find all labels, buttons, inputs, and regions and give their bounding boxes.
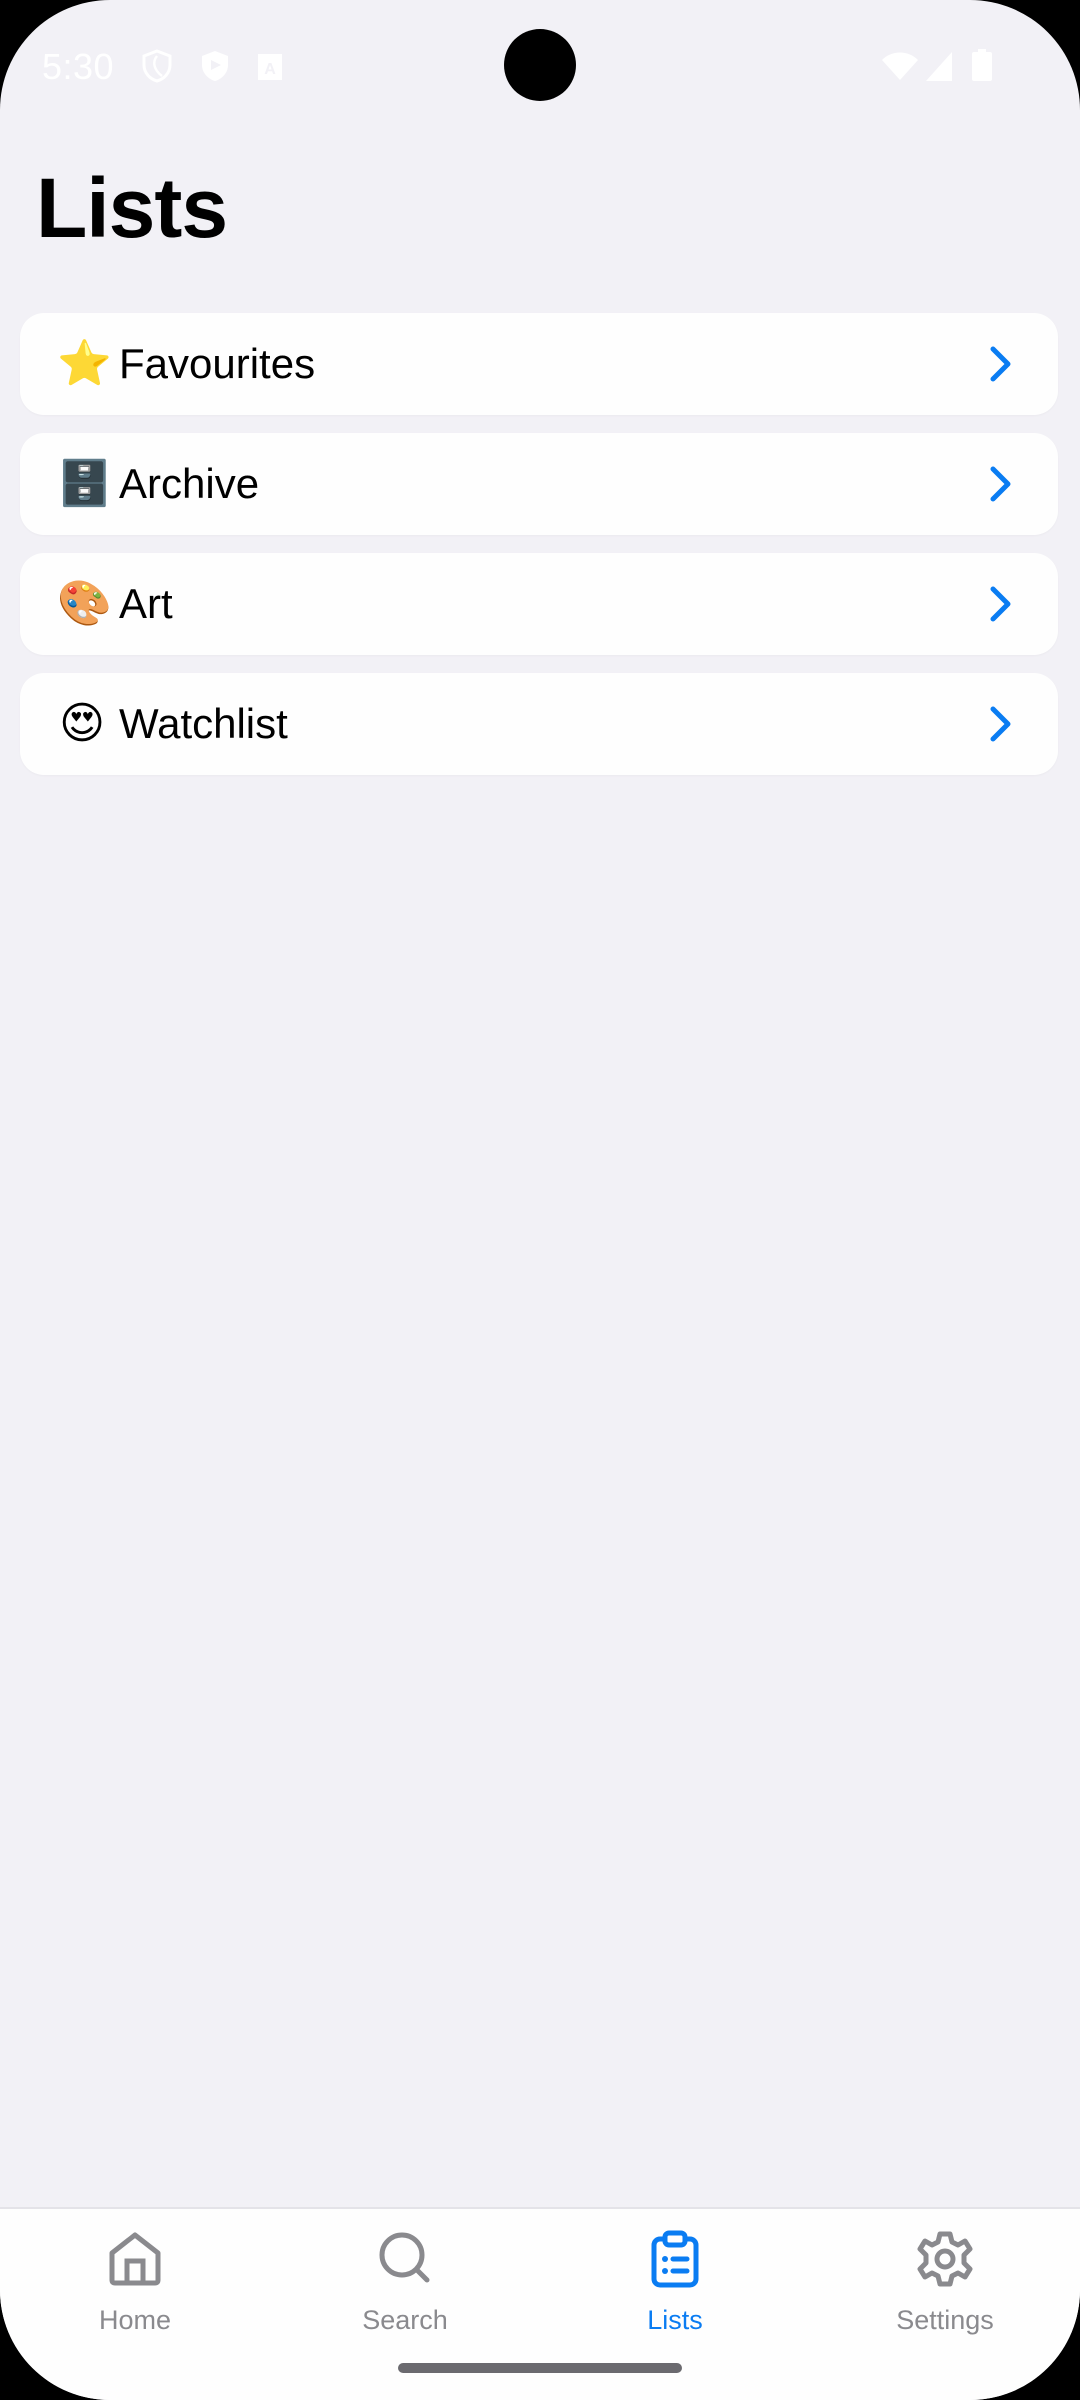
page-title: Lists xyxy=(36,161,228,255)
vpn-shield-icon xyxy=(142,49,172,83)
chevron-right-icon xyxy=(990,586,1011,622)
chevron-right-icon xyxy=(990,346,1011,382)
svg-text:A: A xyxy=(264,61,276,78)
play-protect-icon xyxy=(202,51,228,81)
gear-icon xyxy=(917,2231,973,2287)
tab-settings[interactable]: Settings xyxy=(810,2209,1080,2359)
heart-eyes-icon: 😍 xyxy=(59,699,105,748)
lists-list: ⭐ Favourites 🗄️ Archive 🎨 Art 😍 Watchlis… xyxy=(20,313,1058,793)
home-icon xyxy=(109,2232,161,2286)
file-cabinet-icon: 🗄️ xyxy=(57,459,112,508)
status-bar: 5:30 A xyxy=(0,0,1080,130)
tab-lists[interactable]: Lists xyxy=(540,2209,810,2359)
front-camera xyxy=(504,29,576,101)
battery-icon xyxy=(972,49,992,81)
list-item-label: Favourites xyxy=(119,340,316,387)
status-time: 5:30 xyxy=(42,46,115,87)
star-icon: ⭐ xyxy=(57,339,112,388)
list-item-watchlist[interactable]: 😍 Watchlist xyxy=(20,673,1058,775)
cellular-signal-icon xyxy=(926,52,952,81)
home-indicator[interactable] xyxy=(398,2363,682,2373)
font-a-icon: A xyxy=(258,54,282,80)
list-item-art[interactable]: 🎨 Art xyxy=(20,553,1058,655)
tab-label: Home xyxy=(98,2305,172,2335)
list-item-label: Art xyxy=(119,580,173,627)
wifi-icon xyxy=(882,52,918,80)
chevron-right-icon xyxy=(990,706,1011,742)
tab-label: Lists xyxy=(647,2305,703,2335)
list-item-archive[interactable]: 🗄️ Archive xyxy=(20,433,1058,535)
screen: 5:30 A Lists ⭐ Favourites 🗄️ Archive 🎨 A… xyxy=(0,0,1080,2400)
tab-label: Settings xyxy=(896,2305,994,2335)
list-item-label: Archive xyxy=(119,460,260,507)
tab-search[interactable]: Search xyxy=(270,2209,540,2359)
clipboard-list-icon xyxy=(651,2230,699,2288)
tab-label: Search xyxy=(362,2305,448,2335)
chevron-right-icon xyxy=(990,466,1011,502)
list-item-favourites[interactable]: ⭐ Favourites xyxy=(20,313,1058,415)
list-item-label: Watchlist xyxy=(119,700,288,747)
palette-icon: 🎨 xyxy=(57,579,112,628)
tab-home[interactable]: Home xyxy=(0,2209,270,2359)
search-icon xyxy=(379,2232,430,2283)
